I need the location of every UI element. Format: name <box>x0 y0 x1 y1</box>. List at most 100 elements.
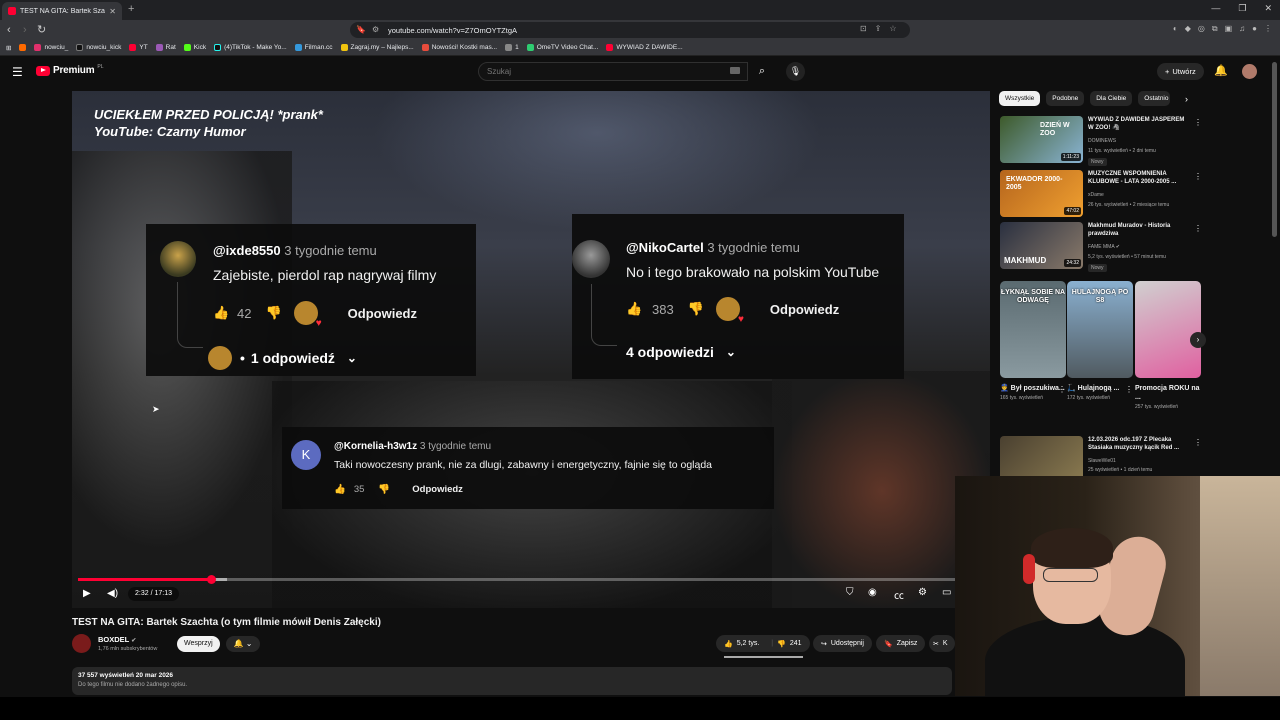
bookmark-item[interactable]: Zagraj.my – Najleps... <box>340 44 414 51</box>
site-info-icon[interactable]: ⚙ <box>372 25 379 34</box>
sidepanel-icon[interactable]: ▣ <box>1225 24 1233 34</box>
youtube-play-logo-icon <box>36 65 50 76</box>
reload-icon[interactable]: ↻ <box>37 23 46 37</box>
settings-icon[interactable]: ⚙ <box>918 587 927 598</box>
chevron-right-icon[interactable]: › <box>1185 94 1188 104</box>
bookmark-item[interactable]: nowciu_ <box>34 44 68 51</box>
sponsorblock-icon[interactable]: ⛉ <box>846 587 854 598</box>
support-button[interactable]: Wesprzyj <box>177 636 220 652</box>
notifications-bell-icon[interactable]: 🔔 <box>1214 64 1228 77</box>
apps-icon[interactable]: ⊞ <box>6 44 11 52</box>
account-avatar[interactable] <box>1242 64 1257 79</box>
keyboard-icon[interactable] <box>730 67 740 74</box>
install-icon[interactable]: ⊡ <box>860 24 867 33</box>
extension-icon[interactable]: ◎ <box>1198 24 1205 34</box>
short-item[interactable]: HULAJNOGĄ PO S8 🛴 Hulajnogą ... 172 tys.… <box>1067 281 1133 402</box>
bookmark-item[interactable]: Filman.cc <box>294 44 333 51</box>
x-icon <box>76 44 84 51</box>
chip-related[interactable]: Podobne <box>1046 91 1085 106</box>
profile-icon[interactable]: ● <box>1252 24 1257 34</box>
video-title: WYWIAD Z DAWIDEM JASPEREM W ZOO! 🦓 <box>1088 117 1185 131</box>
bookmark-item[interactable]: Rat <box>155 44 176 51</box>
dislike-count: 241 <box>789 640 802 647</box>
filter-chips: Wszystkie Podobne Dla Ciebie Ostatnio <box>999 91 1171 106</box>
play-icon[interactable]: ▶ <box>83 588 91 599</box>
divider: | <box>771 640 774 647</box>
volume-icon[interactable]: ◀) <box>107 588 118 599</box>
chip-recent[interactable]: Ostatnio <box>1138 91 1171 106</box>
autoplay-toggle-icon[interactable]: ◉ <box>868 587 877 598</box>
scrubber-handle[interactable] <box>207 575 217 584</box>
forward-icon[interactable]: › <box>23 23 27 37</box>
star-icon[interactable]: ☆ <box>889 24 896 33</box>
browser-tab-active[interactable]: TEST NA GITA: Bartek Szachta (o ✕ <box>2 2 122 20</box>
progress-bar[interactable] <box>78 575 984 584</box>
back-icon[interactable]: ‹ <box>7 23 11 37</box>
like-count[interactable]: 5,2 tys. <box>737 640 760 647</box>
bookmark-favicon-icon <box>526 44 534 51</box>
extension-icon[interactable]: ◆ <box>1185 24 1191 34</box>
search-icon[interactable]: ⌕ <box>750 62 774 81</box>
page-scrollbar[interactable] <box>1272 62 1277 237</box>
clip-button[interactable]: ✂ K <box>929 635 955 652</box>
bookmark-item[interactable]: Kick <box>183 44 206 51</box>
youtube-logo[interactable]: Premium PL <box>36 64 104 76</box>
search-input[interactable] <box>478 62 748 81</box>
share-icon[interactable]: ⇪ <box>875 24 882 33</box>
close-tab-icon[interactable]: ✕ <box>109 7 116 16</box>
views-and-date: 37 557 wyświetleń 20 mar 2026 <box>78 672 174 679</box>
more-options-icon[interactable]: ⋮ <box>1194 172 1202 181</box>
miniplayer-icon[interactable]: ▭ <box>942 587 951 598</box>
creator-heart-icon <box>715 297 744 325</box>
menu-dots-icon[interactable]: ⋮ <box>1264 24 1272 34</box>
minimize-icon[interactable]: — <box>1211 3 1220 14</box>
save-button[interactable]: 🔖 Zapisz <box>876 635 926 652</box>
chip-for-you[interactable]: Dla Ciebie <box>1090 91 1133 106</box>
extensions-puzzle-icon[interactable]: ⧉ <box>1212 24 1218 34</box>
subtitles-icon[interactable]: ㏄ <box>894 587 904 602</box>
subscription-bell-button[interactable]: 🔔 ⌄ <box>226 636 260 652</box>
recommended-video[interactable]: DZIEŃ W ZOO 1:11:23 WYWIAD Z DAWIDEM JAS… <box>1000 116 1202 166</box>
media-icon[interactable]: ♫ <box>1239 24 1245 34</box>
thumbs-up-icon[interactable]: 👍 <box>724 640 733 648</box>
bookmark-item[interactable]: YT <box>129 44 148 51</box>
bookmark-item[interactable]: OmeTV Video Chat... <box>526 44 598 51</box>
chevron-right-icon[interactable]: › <box>1190 332 1206 348</box>
recommended-video[interactable]: MAKHMUD 24:32 Makhmud Muradov - Historia… <box>1000 222 1202 272</box>
thumbs-down-icon[interactable]: 👎 <box>777 640 786 648</box>
more-options-icon[interactable]: ⋮ <box>1058 385 1066 394</box>
bookmark-item[interactable]: WYWIAD Z DAWIDE... <box>606 44 683 51</box>
description-box[interactable]: 37 557 wyświetleń 20 mar 2026 Do tego fi… <box>72 667 952 695</box>
short-item[interactable]: ŁYKNĄŁ SOBIE NA ODWAGĘ 👮 Był poszukiwa..… <box>1000 281 1066 402</box>
bookmark-item[interactable]: 1 <box>505 44 519 51</box>
more-options-icon[interactable]: ⋮ <box>1194 118 1202 127</box>
recommended-video[interactable]: EKWADOR 2000-2005 47:02 MUZYCZNE WSPOMNI… <box>1000 170 1202 220</box>
new-tab-icon[interactable]: + <box>128 3 134 15</box>
bookmark-item[interactable]: nowciu_kick <box>76 44 121 51</box>
bookmark-icon[interactable]: 🔖 <box>356 25 366 34</box>
bookmark-item[interactable] <box>19 44 27 51</box>
extension-icon[interactable]: ◐ <box>1173 24 1178 34</box>
share-button[interactable]: ↪ Udostępnij <box>813 635 872 652</box>
channel-avatar[interactable] <box>72 634 91 653</box>
more-options-icon[interactable]: ⋮ <box>1194 438 1202 447</box>
close-window-icon[interactable]: ✕ <box>1264 3 1272 14</box>
tab-title: TEST NA GITA: Bartek Szachta (o <box>20 7 105 15</box>
hamburger-menu-icon[interactable]: ☰ <box>12 65 23 79</box>
video-thumbnail: DZIEŃ W ZOO 1:11:23 <box>1000 116 1083 163</box>
bookmark-item[interactable]: (4)TikTok - Make Yo... <box>214 44 287 51</box>
chip-all[interactable]: Wszystkie <box>999 91 1041 106</box>
more-options-icon[interactable]: ⋮ <box>1125 385 1133 394</box>
address-bar[interactable]: 🔖 ⚙ youtube.com/watch?v=Z7OmOYTZtgA <box>350 22 910 38</box>
maximize-icon[interactable]: ❐ <box>1238 3 1246 14</box>
short-item[interactable]: Promocja ROKU na ... 257 tys. wyświetleń <box>1135 281 1201 411</box>
more-options-icon[interactable]: ⋮ <box>1194 224 1202 233</box>
overlay-comment: @ixde8550 3 tygodnie temu Zajebiste, pie… <box>146 224 476 376</box>
bookmark-item[interactable]: Nowości! Kostki mas... <box>421 44 497 51</box>
channel-name: FAME MMA ✔ <box>1088 244 1120 250</box>
video-player[interactable]: UCIEKŁEM PRZED POLICJĄ! *prank* YouTube:… <box>72 91 990 608</box>
create-button[interactable]: + Utwórz <box>1157 63 1204 80</box>
channel-name[interactable]: BOXDEL ✔ <box>98 635 136 644</box>
bookmark-label: 1 <box>515 44 519 51</box>
microphone-icon[interactable]: 🎙 <box>786 62 805 81</box>
